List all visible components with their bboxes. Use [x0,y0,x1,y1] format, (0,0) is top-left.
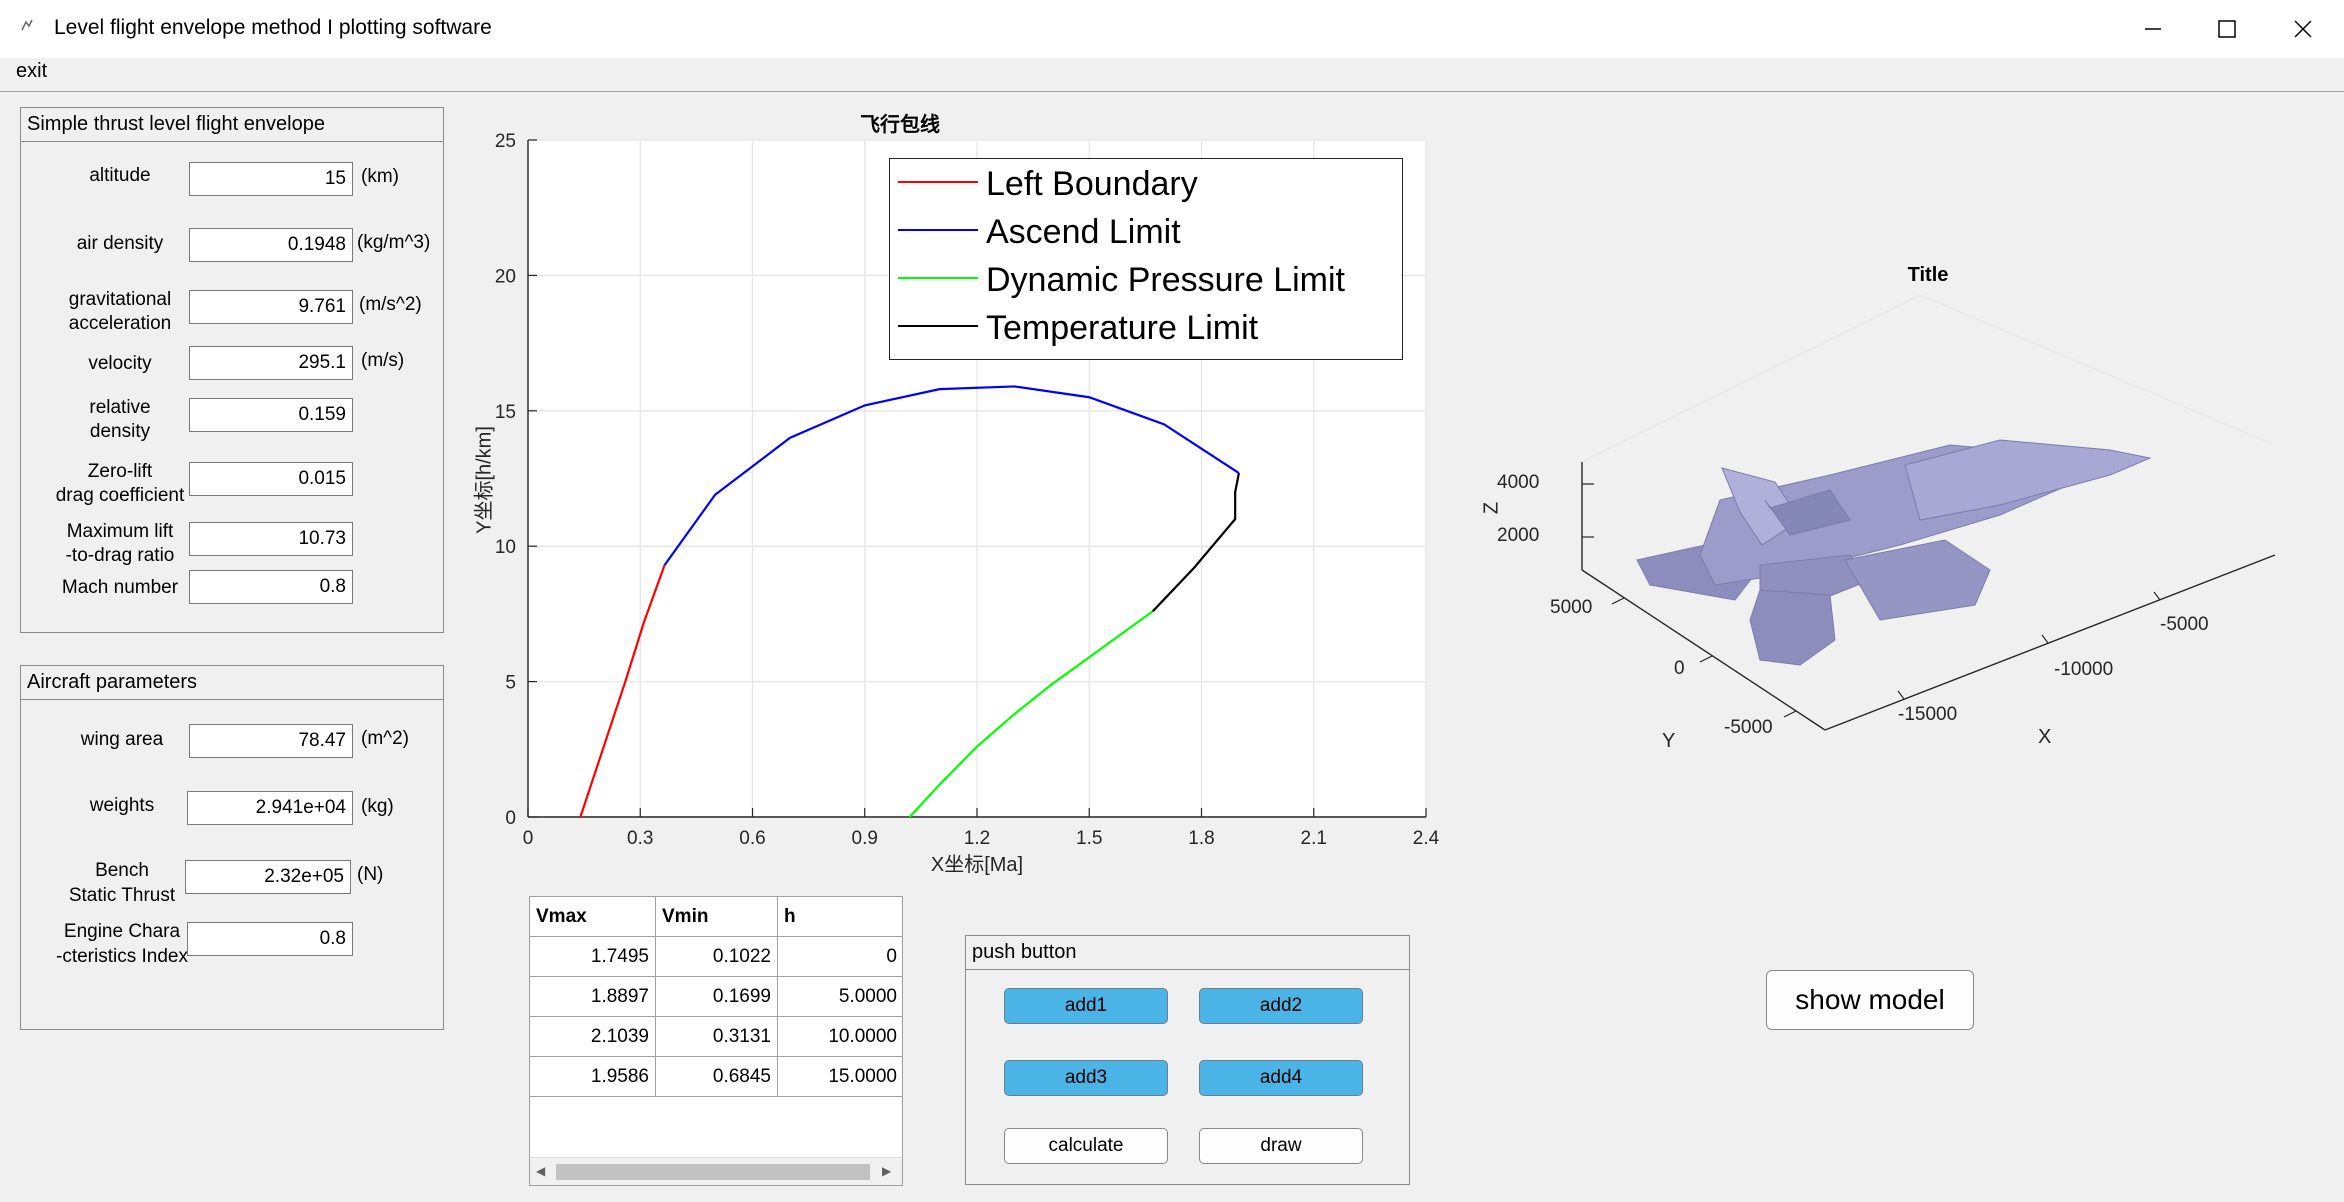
table-header-vmax[interactable]: Vmax [530,897,656,937]
y-tick: 5000 [1550,597,1593,618]
x-tick-label: 0.9 [852,828,878,849]
z-tick: 4000 [1497,472,1540,493]
x-tick-label: 0.3 [627,828,653,849]
x-tick-label: 0.6 [739,828,765,849]
legend-label-temperature-limit: Temperature Limit [986,309,1259,347]
push-button-panel: push button add1 add2 add3 add4 calculat… [965,935,1410,1185]
x-tick: -15000 [1898,704,1958,725]
panel-title: push button [966,936,1409,970]
y-axis-label-3d: Y [1662,730,1676,752]
add2-button[interactable]: add2 [1199,988,1363,1024]
table-header-h[interactable]: h [778,897,902,937]
table-header-vmin[interactable]: Vmin [656,897,778,937]
table-cell[interactable]: 0.1699 [656,977,778,1017]
x-tick: -5000 [2160,614,2209,635]
z-tick: 2000 [1497,525,1540,546]
x-tick-label: 2.1 [1301,828,1327,849]
table-cell[interactable]: 0 [778,937,902,977]
table-cell[interactable]: 5.0000 [778,977,902,1017]
x-axis-label-3d: X [2038,726,2052,748]
table-cell[interactable]: 0.1022 [656,937,778,977]
legend-label-left-boundary: Left Boundary [986,165,1198,203]
show-model-button[interactable]: show model [1766,970,1974,1030]
add4-button[interactable]: add4 [1199,1060,1363,1096]
calculate-button[interactable]: calculate [1004,1128,1168,1164]
horizontal-scrollbar[interactable]: ◀ ▶ [530,1157,902,1185]
scroll-right-icon[interactable]: ▶ [882,1164,891,1178]
table-cell[interactable]: 1.8897 [530,977,656,1017]
y-tick-label: 15 [495,402,516,423]
table-cell[interactable]: 0.6845 [656,1057,778,1097]
table-cell[interactable]: 0.3131 [656,1017,778,1057]
add1-button[interactable]: add1 [1004,988,1168,1024]
x-axis-label: X坐标[Ma] [930,854,1024,876]
legend-swatch-temperature-limit [898,325,978,327]
chart-legend: Left Boundary Ascend Limit Dynamic Press… [889,158,1403,360]
y-tick-label: 0 [505,808,516,829]
x-tick-label: 0 [523,828,534,849]
legend-swatch-ascend-limit [898,229,978,231]
table-cell[interactable]: 10.0000 [778,1017,902,1057]
x-tick-label: 1.5 [1076,828,1102,849]
legend-swatch-left-boundary [898,181,978,183]
x-tick-label: 1.2 [964,828,990,849]
aircraft-model [1636,439,2152,666]
x-tick-label: 1.8 [1188,828,1214,849]
y-axis-label: Y坐标[h/km] [473,426,496,534]
table-cell[interactable]: 1.7495 [530,937,656,977]
x-tick: -10000 [2054,659,2114,680]
add3-button[interactable]: add3 [1004,1060,1168,1096]
y-tick-label: 10 [495,537,516,558]
y-tick-label: 20 [495,266,516,287]
legend-swatch-dynamic-pressure-limit [898,277,978,279]
draw-button[interactable]: draw [1199,1128,1363,1164]
results-table[interactable]: Vmax Vmin h 1.7495 0.1022 0 1.8897 0.169… [529,896,903,1186]
aircraft-3d-plot [1581,294,2276,731]
x-tick-label: 2.4 [1413,828,1440,849]
z-axis-label: Z [1480,501,1503,515]
y-tick: -5000 [1724,717,1773,738]
legend-label-dynamic-pressure-limit: Dynamic Pressure Limit [986,261,1345,299]
table-cell[interactable]: 15.0000 [778,1057,902,1097]
legend-label-ascend-limit: Ascend Limit [986,213,1181,251]
table-cell[interactable]: 2.1039 [530,1017,656,1057]
y-tick-label: 25 [495,131,516,152]
table-cell[interactable]: 1.9586 [530,1057,656,1097]
scroll-left-icon[interactable]: ◀ [536,1164,545,1178]
scrollbar-thumb[interactable] [556,1164,870,1180]
y-tick-label: 5 [505,673,516,694]
y-tick: 0 [1674,658,1685,679]
